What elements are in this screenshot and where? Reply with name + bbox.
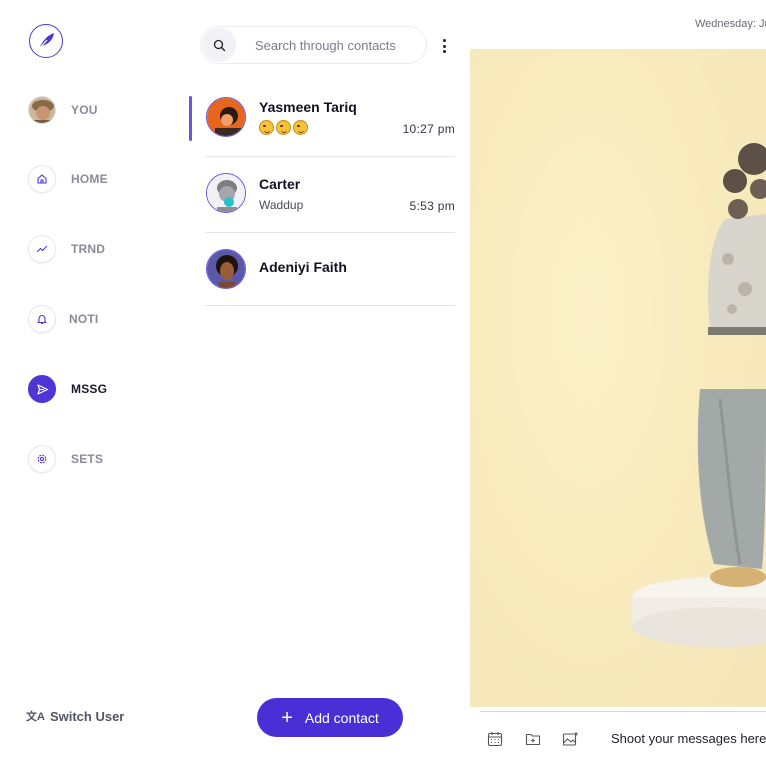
contact-item[interactable]: Carter Waddup 5:53 pm <box>205 157 455 233</box>
contact-preview: Waddup <box>259 198 304 212</box>
switch-user-button[interactable]: 文A Switch User <box>26 708 124 724</box>
nav-item-sets[interactable]: SETS <box>28 445 103 473</box>
composer-divider <box>480 711 766 712</box>
contact-name: Yasmeen Tariq <box>259 99 357 115</box>
chat-background-image <box>470 49 766 707</box>
image-add-icon[interactable] <box>561 730 579 748</box>
active-contact-indicator <box>189 96 192 141</box>
folder-add-icon[interactable] <box>524 730 542 748</box>
bell-icon <box>28 305 56 333</box>
switch-user-label: Switch User <box>49 708 125 724</box>
nav-item-noti[interactable]: NOTI <box>28 305 98 333</box>
send-icon <box>28 375 56 403</box>
contact-item[interactable]: Adeniyi Faith <box>205 233 455 306</box>
user-avatar <box>28 96 56 124</box>
contact-time: 10:27 pm <box>402 122 455 136</box>
nav-label-trnd: TRND <box>71 242 106 256</box>
gear-icon <box>28 445 56 473</box>
nav-label-home: HOME <box>71 172 108 186</box>
trend-icon <box>28 235 56 263</box>
add-contact-button[interactable]: + Add contact <box>257 698 403 737</box>
smirk-emoji <box>259 120 274 136</box>
feather-icon <box>37 33 54 51</box>
nav-label-you: YOU <box>71 103 98 117</box>
smirk-emoji <box>293 120 308 136</box>
smirk-emoji <box>276 120 291 136</box>
nav-label-mssg: MSSG <box>71 382 108 396</box>
translate-icon: 文A <box>26 711 45 723</box>
plus-icon: + <box>281 706 293 729</box>
more-options-icon[interactable] <box>437 36 451 56</box>
contact-time: 5:53 pm <box>409 199 455 213</box>
nav-item-you[interactable]: YOU <box>28 96 98 124</box>
search-input[interactable] <box>255 37 425 53</box>
contact-avatar <box>206 97 246 137</box>
contact-name: Carter <box>259 176 301 192</box>
nav-label-noti: NOTI <box>69 312 99 326</box>
message-input[interactable] <box>611 731 766 746</box>
contact-name: Adeniyi Faith <box>259 259 347 275</box>
contact-search <box>200 26 427 64</box>
nav-label-sets: SETS <box>71 452 104 466</box>
nav-item-home[interactable]: HOME <box>28 165 108 193</box>
contact-preview <box>259 120 310 136</box>
calendar-icon[interactable] <box>486 730 504 748</box>
home-icon <box>28 165 56 193</box>
contact-item[interactable]: Yasmeen Tariq 10:27 pm <box>205 96 455 157</box>
chat-date: Wednesday: Ju <box>695 18 766 30</box>
add-contact-label: Add contact <box>304 709 379 726</box>
search-icon[interactable] <box>202 28 236 62</box>
app-logo[interactable] <box>29 24 63 58</box>
contact-avatar <box>206 173 246 213</box>
nav-item-mssg[interactable]: MSSG <box>28 375 107 403</box>
contact-avatar <box>206 249 246 289</box>
nav-item-trnd[interactable]: TRND <box>28 235 105 263</box>
